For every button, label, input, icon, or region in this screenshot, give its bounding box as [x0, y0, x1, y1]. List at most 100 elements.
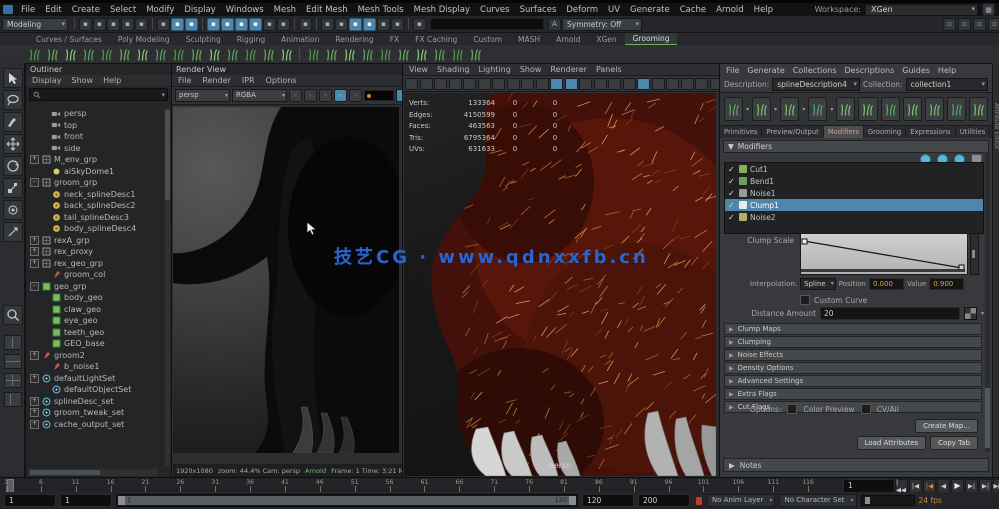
- outliner-item-groom_col[interactable]: groom_col: [26, 269, 163, 281]
- groom-clump-tool-icon[interactable]: [881, 97, 900, 121]
- outliner-item-defaultLightSet[interactable]: +defaultLightSet: [26, 373, 163, 385]
- shelf-tab-curves-surfaces[interactable]: Curves / Surfaces: [28, 34, 110, 45]
- outliner-item-claw_geo[interactable]: claw_geo: [26, 304, 163, 316]
- expander-icon[interactable]: -: [30, 282, 39, 291]
- go-to-end-button[interactable]: ▶▶|: [993, 479, 999, 493]
- channelbox-toggle-icon[interactable]: ▫: [958, 18, 971, 31]
- color-preview-checkbox[interactable]: [787, 404, 797, 414]
- load-attributes-button[interactable]: Load Attributes: [857, 436, 927, 450]
- launch-arnold-icon[interactable]: ▪: [377, 18, 390, 31]
- file-open-icon[interactable]: ▪: [93, 18, 106, 31]
- description-dropdown[interactable]: splineDescription4: [772, 78, 860, 91]
- viewport-toolbar-icon-1[interactable]: [405, 78, 418, 90]
- refresh-render-icon[interactable]: ◦: [319, 89, 332, 102]
- snap-curve-icon[interactable]: ▪: [221, 18, 234, 31]
- groom-knife-icon[interactable]: [260, 46, 276, 62]
- menu-create[interactable]: Create: [67, 5, 105, 15]
- tool-settings-toggle-icon[interactable]: ▫: [988, 18, 999, 31]
- viewport-toolbar-icon-19[interactable]: [666, 78, 679, 90]
- expander-icon[interactable]: +: [30, 247, 39, 256]
- xgen-tab-utilities[interactable]: Utilities: [956, 126, 991, 138]
- groom-place-icon-menu-arrow[interactable]: ▾: [746, 106, 749, 113]
- menu-mesh-display[interactable]: Mesh Display: [409, 5, 475, 15]
- shelf-tab-fx-caching[interactable]: FX Caching: [407, 34, 465, 45]
- groom-grass-4-icon[interactable]: [278, 46, 294, 62]
- xgen-tab-preview-output[interactable]: Preview/Output: [762, 126, 823, 138]
- render-region-icon[interactable]: ◦: [304, 89, 317, 102]
- range-slider[interactable]: 1 120: [116, 494, 578, 507]
- groom-grass-2-icon[interactable]: [170, 46, 186, 62]
- viewport-toolbar-icon-2[interactable]: [420, 78, 433, 90]
- groom-preview-icon[interactable]: [305, 46, 321, 62]
- menu-cache[interactable]: Cache: [675, 5, 711, 15]
- attribute-editor-side-tab[interactable]: Attribute Editor: [992, 63, 999, 477]
- modifier-enabled-checkbox[interactable]: ✓: [728, 189, 736, 198]
- groom-length-icon[interactable]: [780, 97, 799, 121]
- snap-point-icon[interactable]: ▪: [235, 18, 248, 31]
- viewport-toolbar-icon-21[interactable]: [695, 78, 708, 90]
- two-pane-layout-button[interactable]: [4, 354, 22, 369]
- redo-icon[interactable]: ▪: [135, 18, 148, 31]
- select-object-icon[interactable]: ▪: [171, 18, 184, 31]
- outliner-item-groom_tweak_set[interactable]: +groom_tweak_set: [26, 407, 163, 419]
- viewport-toolbar-icon-14[interactable]: [594, 78, 607, 90]
- groom-part-tool-icon[interactable]: [903, 97, 922, 121]
- playback-start-field[interactable]: 1: [60, 494, 112, 507]
- xgen-tab-modifiers[interactable]: Modifiers: [824, 126, 864, 138]
- section-extra-flags[interactable]: ▶Extra Flags: [724, 388, 982, 400]
- viewport-toolbar-icon-11[interactable]: [550, 78, 563, 90]
- distance-amount-field[interactable]: 20: [820, 307, 960, 320]
- groom-plant-icon[interactable]: [116, 46, 132, 62]
- ramp-widget[interactable]: [800, 233, 968, 275]
- modifier-item-Noise2[interactable]: ✓Noise2: [725, 211, 983, 223]
- go-to-start-button[interactable]: |◀◀: [895, 479, 908, 493]
- menu-windows[interactable]: Windows: [221, 5, 269, 15]
- modifier-item-Bend1[interactable]: ✓Bend1: [725, 175, 983, 187]
- expander-icon[interactable]: +: [30, 374, 39, 383]
- modifier-enabled-checkbox[interactable]: ✓: [728, 165, 736, 174]
- section-noise-effects[interactable]: ▶Noise Effects: [724, 349, 982, 361]
- ipr-render-icon[interactable]: ▪: [349, 18, 362, 31]
- menu-help[interactable]: Help: [749, 5, 778, 15]
- groom-cut-icon[interactable]: [377, 46, 393, 62]
- render-camera-dropdown[interactable]: persp: [175, 89, 230, 102]
- outliner-item-M_env_grp[interactable]: +M_env_grp: [26, 154, 163, 166]
- shelf-tab-xgen[interactable]: XGen: [588, 34, 624, 45]
- map-button[interactable]: [964, 307, 977, 320]
- render-view-menu-file[interactable]: File: [178, 76, 191, 85]
- groom-cut-tool-icon-menu-arrow[interactable]: ▾: [830, 106, 833, 113]
- menuset-dropdown[interactable]: Modeling: [2, 18, 68, 31]
- menu-arnold[interactable]: Arnold: [711, 5, 749, 15]
- shelf-tab-custom[interactable]: Custom: [465, 34, 510, 45]
- cv-all-checkbox[interactable]: [861, 404, 871, 414]
- outliner-item-b_noise1[interactable]: b_noise1: [26, 361, 163, 373]
- viewport-toolbar-icon-4[interactable]: [449, 78, 462, 90]
- render-display-dropdown[interactable]: RGBA: [232, 89, 287, 102]
- pause-viewport-icon[interactable]: ▪: [391, 18, 404, 31]
- groom-grass-7-icon[interactable]: [395, 46, 411, 62]
- viewport-toolbar-icon-16[interactable]: [623, 78, 636, 90]
- shelf-tab-poly-modeling[interactable]: Poly Modeling: [110, 34, 178, 45]
- anim-layer-dropdown[interactable]: No Anim Layer: [707, 494, 775, 507]
- outliner-item-rex_geo_grp[interactable]: +rex_geo_grp: [26, 258, 163, 270]
- viewport-menu-renderer[interactable]: Renderer: [550, 65, 587, 74]
- outliner-menu-display[interactable]: Display: [32, 76, 62, 85]
- outliner-item-body_geo[interactable]: body_geo: [26, 292, 163, 304]
- expander-icon[interactable]: +: [30, 420, 39, 429]
- groom-noise-tool-icon[interactable]: [858, 97, 877, 121]
- soft-mod-tool-icon[interactable]: [3, 200, 23, 220]
- groom-place-icon[interactable]: [724, 97, 743, 121]
- persp-outliner-layout-button[interactable]: [4, 392, 22, 407]
- prev-key-button[interactable]: |◀: [923, 479, 936, 493]
- groom-diamond-icon[interactable]: [62, 46, 78, 62]
- viewport-toolbar-icon-22[interactable]: [710, 78, 720, 90]
- xgen-menu-guides[interactable]: Guides: [902, 66, 930, 75]
- exposure-field[interactable]: [364, 90, 394, 101]
- position-field[interactable]: 0.000: [869, 278, 904, 290]
- step-back-button[interactable]: |◀: [909, 479, 922, 493]
- value-field[interactable]: 0.900: [929, 278, 964, 290]
- create-map-button[interactable]: Create Map...: [915, 419, 978, 433]
- xgen-tab-grooming[interactable]: Grooming: [864, 126, 906, 138]
- rotate-tool-icon[interactable]: [3, 156, 23, 176]
- groom-sphere-icon[interactable]: [44, 46, 60, 62]
